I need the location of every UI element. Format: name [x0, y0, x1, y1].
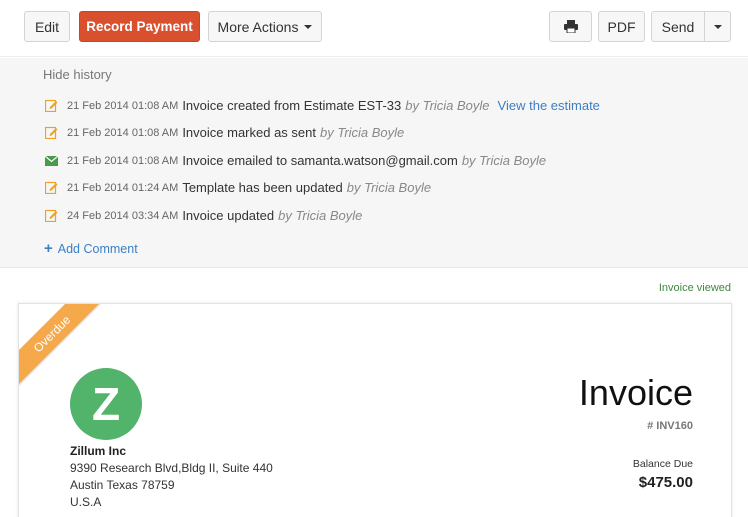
printer-icon — [563, 20, 578, 33]
history-text: Invoice marked as sent — [182, 125, 316, 140]
more-actions-button[interactable]: More Actions — [208, 11, 322, 42]
send-button[interactable]: Send — [651, 11, 705, 42]
plus-icon: + — [44, 240, 53, 257]
send-options-button[interactable] — [704, 11, 731, 42]
history-author: by Tricia Boyle — [461, 153, 547, 168]
address-line: 9390 Research Blvd,Bldg II, Suite 440 — [70, 461, 273, 475]
history-entry: 21 Feb 2014 01:08 AM Invoice emailed to … — [44, 153, 546, 168]
history-entry: 21 Feb 2014 01:08 AM Invoice marked as s… — [44, 125, 404, 140]
hide-history-link[interactable]: Hide history — [43, 67, 112, 82]
history-text: Invoice created from Estimate EST-33 — [182, 98, 402, 113]
history-timestamp: 24 Feb 2014 03:34 AM — [67, 209, 179, 222]
history-timestamp: 21 Feb 2014 01:24 AM — [67, 181, 179, 194]
caret-down-icon — [713, 24, 722, 29]
company-name: Zillum Inc — [70, 444, 127, 458]
history-timestamp: 21 Feb 2014 01:08 AM — [67, 154, 179, 167]
history-author: by Tricia Boyle — [278, 208, 363, 223]
history-author: by Tricia Boyle — [405, 98, 490, 113]
edit-icon — [44, 209, 58, 223]
history-entry: 21 Feb 2014 01:08 AM Invoice created fro… — [44, 98, 600, 113]
history-author: by Tricia Boyle — [346, 180, 432, 195]
history-timestamp: 21 Feb 2014 01:08 AM — [67, 126, 179, 139]
record-payment-button[interactable]: Record Payment — [79, 11, 200, 42]
invoice-viewed-status: Invoice viewed — [658, 282, 731, 294]
envelope-icon — [44, 154, 58, 168]
history-text: Template has been updated — [182, 180, 343, 195]
address-line: Austin Texas 78759 — [70, 478, 175, 492]
history-text: Invoice emailed to samanta.watson@gmail.… — [182, 153, 458, 168]
edit-icon — [44, 181, 58, 195]
more-actions-label: More Actions — [217, 18, 299, 35]
add-comment-link[interactable]: + Add Comment — [44, 240, 138, 257]
history-timestamp: 21 Feb 2014 01:08 AM — [67, 99, 179, 112]
company-address: Zillum Inc 9390 Research Blvd,Bldg II, S… — [70, 443, 273, 511]
address-line: U.S.A — [70, 495, 102, 509]
balance-due-label: Balance Due — [632, 458, 693, 470]
history-entry: 24 Feb 2014 03:34 AM Invoice updated by … — [44, 208, 362, 223]
edit-button[interactable]: Edit — [24, 11, 70, 42]
add-comment-label: Add Comment — [57, 242, 138, 256]
invoice-title: Invoice — [578, 372, 693, 413]
print-button[interactable] — [549, 11, 592, 42]
history-entry: 21 Feb 2014 01:24 AM Template has been u… — [44, 180, 431, 195]
company-logo: Z — [70, 368, 142, 440]
edit-icon — [44, 126, 58, 140]
toolbar: Edit Record Payment More Actions PDF Sen… — [0, 0, 748, 57]
invoice-document: Overdue Z Zillum Inc 9390 Research Blvd,… — [18, 303, 732, 517]
balance-due-value: $475.00 — [638, 474, 693, 491]
edit-icon — [44, 99, 58, 113]
pdf-button[interactable]: PDF — [598, 11, 645, 42]
invoice-number: # INV160 — [647, 420, 693, 432]
history-author: by Tricia Boyle — [320, 125, 405, 140]
view-estimate-link[interactable]: View the estimate — [498, 98, 600, 113]
history-panel: Hide history 21 Feb 2014 01:08 AM Invoic… — [0, 58, 748, 268]
caret-down-icon — [304, 24, 313, 29]
history-text: Invoice updated — [182, 208, 275, 223]
